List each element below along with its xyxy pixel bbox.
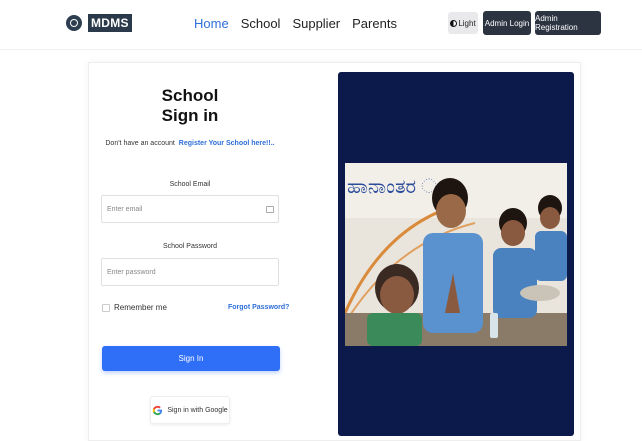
admin-registration-button[interactable]: Admin Registration	[535, 11, 601, 35]
title-line-2: Sign in	[161, 106, 219, 125]
password-placeholder: Enter password	[107, 268, 156, 276]
password-field[interactable]: Enter password	[101, 258, 279, 286]
page-title: School Sign in	[150, 86, 230, 126]
password-label: School Password	[162, 243, 218, 250]
remember-me-label: Remember me	[114, 303, 167, 312]
google-signin-button[interactable]: Sign in with Google	[150, 396, 230, 424]
nav-link-home[interactable]: Home	[194, 16, 229, 31]
register-school-link[interactable]: Register Your School here!!..	[179, 140, 275, 147]
brand-name: MDMS	[88, 14, 132, 32]
mail-icon	[266, 206, 274, 213]
theme-toggle-label: Light	[458, 18, 476, 28]
remember-me[interactable]: Remember me	[102, 303, 167, 312]
students-photo: ಹಾನಾಂತರ ಂತ	[345, 163, 567, 346]
navbar: MDMS Home School Supplier Parents Light …	[0, 0, 642, 50]
logo-icon	[66, 15, 82, 31]
google-icon	[153, 405, 163, 415]
register-prompt: Don't have an account Register Your Scho…	[100, 140, 280, 147]
nav-links: Home School Supplier Parents	[194, 16, 397, 31]
theme-toggle-button[interactable]: Light	[448, 12, 478, 34]
nav-link-supplier[interactable]: Supplier	[292, 16, 340, 31]
email-label: School Email	[169, 181, 211, 188]
forgot-password-link[interactable]: Forgot Password?	[228, 304, 289, 311]
email-field[interactable]: Enter email	[101, 195, 279, 223]
students-illustration: ಹಾನಾಂತರ ಂತ	[345, 163, 567, 346]
remember-me-checkbox[interactable]	[102, 303, 110, 312]
brand-logo[interactable]: MDMS	[66, 14, 132, 32]
email-placeholder: Enter email	[107, 205, 143, 213]
no-account-text: Don't have an account	[105, 140, 175, 147]
title-line-1: School	[161, 86, 219, 105]
admin-login-button[interactable]: Admin Login	[483, 11, 531, 35]
theme-toggle-icon	[450, 19, 458, 27]
nav-link-parents[interactable]: Parents	[352, 16, 397, 31]
google-signin-label: Sign in with Google	[167, 406, 228, 414]
nav-link-school[interactable]: School	[241, 16, 281, 31]
sign-in-button[interactable]: Sign In	[102, 346, 280, 371]
